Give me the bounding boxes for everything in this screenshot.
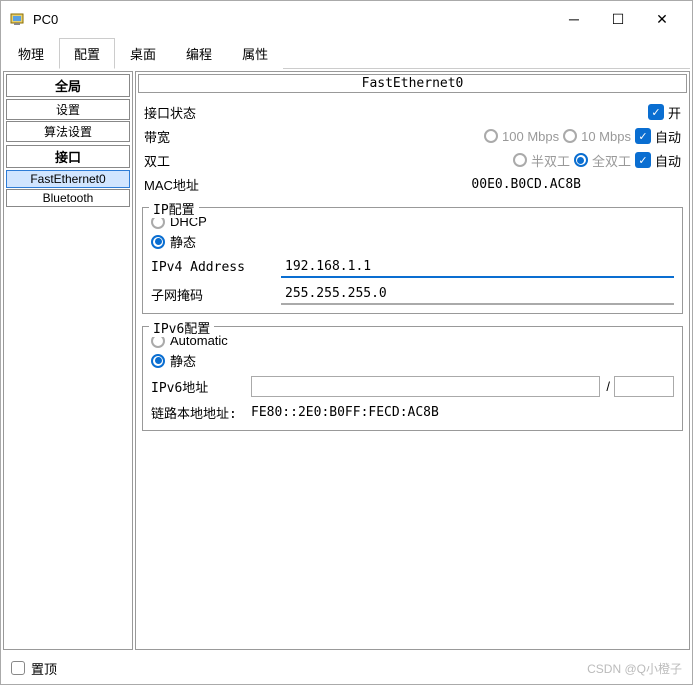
ip-static-label: 静态 <box>170 232 196 251</box>
ipv6-prefix-input[interactable] <box>614 376 674 397</box>
port-status-checkbox[interactable]: ✓ <box>648 104 664 120</box>
ipv6-address-label: IPv6地址 <box>151 377 251 396</box>
port-status-label: 接口状态 <box>144 103 234 122</box>
bandwidth-100-radio[interactable] <box>484 129 498 143</box>
sidebar-item-bluetooth[interactable]: Bluetooth <box>6 189 130 207</box>
sidebar-header-global: 全局 <box>6 74 130 97</box>
titlebar: PC0 ─ ☐ ✕ <box>1 1 692 37</box>
window: PC0 ─ ☐ ✕ 物理 配置 桌面 编程 属性 全局 设置 算法设置 接口 F… <box>0 0 693 685</box>
sidebar: 全局 设置 算法设置 接口 FastEthernet0 Bluetooth <box>3 71 133 650</box>
duplex-full-radio[interactable] <box>574 153 588 167</box>
subnet-input[interactable] <box>281 284 674 305</box>
port-status-on-label: 开 <box>668 103 681 122</box>
tab-physical[interactable]: 物理 <box>3 38 59 69</box>
mac-value[interactable]: 00E0.B0CD.AC8B <box>471 177 581 192</box>
tab-config[interactable]: 配置 <box>59 38 115 69</box>
bandwidth-100-label: 100 Mbps <box>502 129 559 144</box>
ip-static-radio[interactable] <box>151 235 165 249</box>
ipv6-prefix-slash: / <box>606 379 610 394</box>
ipv6-static-label: 静态 <box>170 351 196 370</box>
ip-config-legend: IP配置 <box>149 199 199 218</box>
duplex-half-label: 半双工 <box>531 151 570 170</box>
bandwidth-10-radio[interactable] <box>563 129 577 143</box>
minimize-button[interactable]: ─ <box>552 5 596 33</box>
duplex-half-radio[interactable] <box>513 153 527 167</box>
ip-static-option[interactable]: 静态 <box>151 232 674 251</box>
tab-desktop[interactable]: 桌面 <box>115 38 171 69</box>
sidebar-item-fastethernet0[interactable]: FastEthernet0 <box>6 170 130 188</box>
footer: 置顶 CSDN @Q小橙子 <box>1 652 692 684</box>
bandwidth-auto-checkbox[interactable]: ✓ <box>635 128 651 144</box>
linklocal-value[interactable]: FE80::2E0:B0FF:FECD:AC8B <box>251 405 674 420</box>
bandwidth-auto-label: 自动 <box>655 127 681 146</box>
sidebar-item-algorithm[interactable]: 算法设置 <box>6 121 130 142</box>
ipv6-static-option[interactable]: 静态 <box>151 351 674 370</box>
sidebar-header-interface: 接口 <box>6 145 130 168</box>
ipv6-address-input[interactable] <box>251 376 600 397</box>
ipv4-label: IPv4 Address <box>151 260 281 275</box>
tab-programming[interactable]: 编程 <box>171 38 227 69</box>
always-on-top-checkbox[interactable] <box>11 661 25 675</box>
ip-dhcp-option[interactable]: DHCP <box>151 214 674 229</box>
bandwidth-label: 带宽 <box>144 127 234 146</box>
main-panel: FastEthernet0 接口状态 ✓ 开 带宽 100 Mbps <box>135 71 690 650</box>
ipv6-static-radio[interactable] <box>151 354 165 368</box>
maximize-button[interactable]: ☐ <box>596 5 640 33</box>
duplex-auto-checkbox[interactable]: ✓ <box>635 152 651 168</box>
subnet-label: 子网掩码 <box>151 285 281 304</box>
credit-text: CSDN @Q小橙子 <box>587 660 682 677</box>
ipv6-auto-option[interactable]: Automatic <box>151 333 674 348</box>
ipv4-input[interactable] <box>281 257 674 278</box>
ipv6-config-legend: IPv6配置 <box>149 318 214 337</box>
mac-label: MAC地址 <box>144 175 234 194</box>
tab-attributes[interactable]: 属性 <box>227 38 283 69</box>
close-button[interactable]: ✕ <box>640 5 684 33</box>
tabs: 物理 配置 桌面 编程 属性 <box>3 37 690 69</box>
linklocal-label: 链路本地地址: <box>151 403 251 422</box>
window-title: PC0 <box>33 12 552 27</box>
bandwidth-10-label: 10 Mbps <box>581 129 631 144</box>
always-on-top-label: 置顶 <box>31 659 57 678</box>
duplex-label: 双工 <box>144 151 234 170</box>
panel-title: FastEthernet0 <box>138 74 687 93</box>
duplex-auto-label: 自动 <box>655 151 681 170</box>
ipv6-config-group: IPv6配置 Automatic 静态 IPv6地址 / 链路本地地址: <box>142 326 683 431</box>
duplex-full-label: 全双工 <box>592 151 631 170</box>
ip-config-group: IP配置 DHCP 静态 IPv4 Address 子网掩码 <box>142 207 683 314</box>
sidebar-item-settings[interactable]: 设置 <box>6 99 130 120</box>
app-icon <box>9 10 27 28</box>
